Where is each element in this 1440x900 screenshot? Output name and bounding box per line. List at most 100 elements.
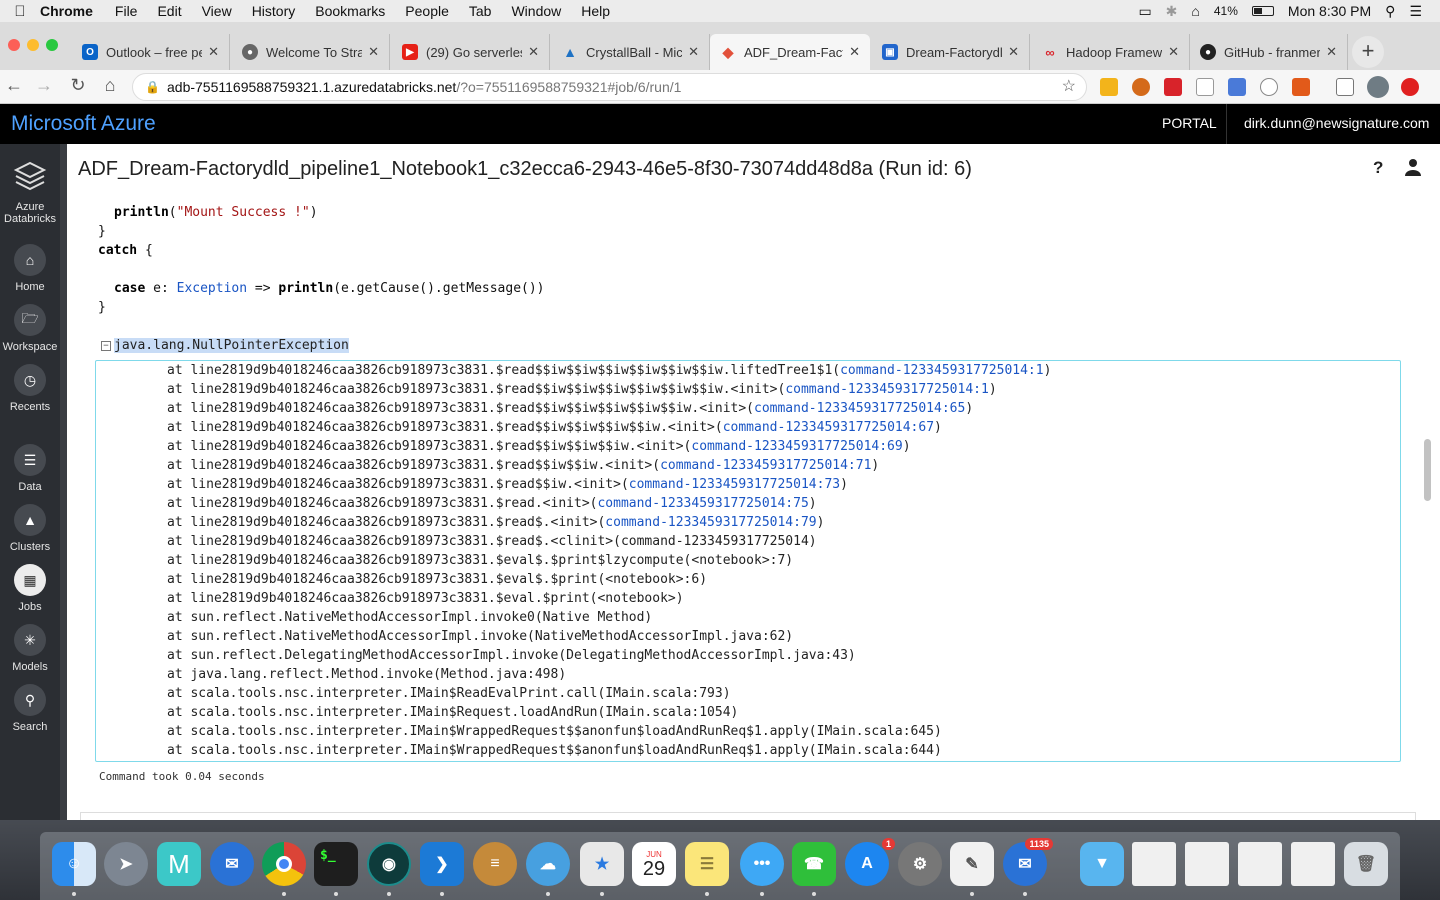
- close-icon[interactable]: ✕: [1168, 44, 1179, 60]
- window-thumbnail-4[interactable]: [1291, 842, 1335, 886]
- sidebar-item-azure-databricks[interactable]: Azure Databricks: [0, 160, 60, 225]
- window-zoom-button[interactable]: [46, 39, 58, 51]
- notes-icon[interactable]: ☰: [685, 842, 729, 886]
- menu-help[interactable]: Help: [581, 3, 610, 19]
- menu-file[interactable]: File: [115, 3, 138, 19]
- command-link[interactable]: command-1233459317725014:67: [723, 420, 934, 435]
- sidebar-item-jobs[interactable]: ▦ Jobs: [0, 564, 60, 613]
- command-link[interactable]: command-1233459317725014:69: [691, 439, 902, 454]
- extension-json-icon[interactable]: [1196, 78, 1214, 96]
- messages-icon[interactable]: •••: [740, 842, 784, 886]
- menu-history[interactable]: History: [252, 3, 296, 19]
- profile-avatar[interactable]: [1367, 76, 1389, 98]
- extension-book-icon[interactable]: [1228, 78, 1246, 96]
- calendar-icon[interactable]: JUN 29: [632, 842, 676, 886]
- new-tab-button[interactable]: +: [1352, 36, 1384, 68]
- user-icon[interactable]: [1405, 158, 1421, 176]
- app-store-icon[interactable]: A1: [845, 838, 895, 886]
- tab-crystallball[interactable]: ▲ CrystallBall - Mic ✕: [552, 34, 710, 70]
- error-header[interactable]: − java.lang.NullPointerException: [101, 338, 349, 353]
- preview-app-icon[interactable]: ★: [580, 842, 624, 886]
- mail-app-icon[interactable]: ✉: [210, 842, 254, 886]
- extension-play-icon[interactable]: [1164, 78, 1182, 96]
- close-icon[interactable]: ✕: [1008, 44, 1019, 60]
- menu-window[interactable]: Window: [511, 3, 561, 19]
- command-link[interactable]: command-1233459317725014:1: [785, 382, 989, 397]
- tab-welcome-strat[interactable]: ● Welcome To Strat ✕: [232, 34, 390, 70]
- stack-trace-box[interactable]: at line2819d9b4018246caa3826cb918973c383…: [95, 360, 1401, 762]
- tab-adf-dream-factory[interactable]: ◆ ADF_Dream-Fact ✕: [710, 34, 870, 70]
- extension-megaphone-icon[interactable]: [1292, 78, 1310, 96]
- stack-app-icon[interactable]: ≡: [473, 842, 517, 886]
- extension-cloud-icon[interactable]: [1260, 78, 1278, 96]
- facetime-icon[interactable]: ☎: [792, 842, 836, 886]
- back-arrow-icon[interactable]: ←: [2, 75, 26, 96]
- close-icon[interactable]: ✕: [528, 44, 539, 60]
- close-icon[interactable]: ✕: [688, 44, 699, 60]
- portal-link[interactable]: PORTAL: [1162, 115, 1217, 131]
- gitkraken-icon[interactable]: ◉: [367, 842, 411, 886]
- page-scrollbar[interactable]: [1424, 439, 1431, 501]
- apple-icon[interactable]: : [0, 3, 40, 20]
- spotlight-icon[interactable]: ⚲: [1385, 3, 1395, 20]
- reload-icon[interactable]: ↻: [66, 75, 90, 96]
- window-thumbnail-2[interactable]: [1185, 842, 1229, 886]
- menu-bookmarks[interactable]: Bookmarks: [315, 3, 385, 19]
- address-bar[interactable]: 🔒 adb-7551169588759321.1.azuredatabricks…: [132, 73, 1087, 101]
- close-icon[interactable]: ✕: [368, 44, 379, 60]
- downloads-folder-icon[interactable]: ▼: [1080, 842, 1124, 886]
- sidebar-item-search[interactable]: ⚲ Search: [0, 684, 60, 733]
- menu-view[interactable]: View: [202, 3, 232, 19]
- sidebar-item-models[interactable]: ✳ Models: [0, 624, 60, 673]
- chrome-icon[interactable]: [262, 842, 306, 886]
- bookmark-star-icon[interactable]: ☆: [1062, 74, 1076, 100]
- menu-app-chrome[interactable]: Chrome: [40, 3, 93, 19]
- command-link[interactable]: command-1233459317725014:1: [840, 363, 1044, 378]
- vscode-icon[interactable]: ❯: [420, 842, 464, 886]
- command-link[interactable]: command-1233459317725014:73: [629, 477, 840, 492]
- battery-icon[interactable]: [1251, 6, 1274, 16]
- launchpad-icon[interactable]: ➤: [104, 842, 148, 886]
- airplay-icon[interactable]: ▭: [1138, 3, 1151, 20]
- menu-tab[interactable]: Tab: [469, 3, 492, 19]
- close-icon[interactable]: ✕: [1326, 44, 1337, 60]
- m-app-icon[interactable]: M: [157, 842, 201, 886]
- extension-list-icon[interactable]: [1336, 78, 1354, 96]
- azure-brand[interactable]: Microsoft Azure: [11, 112, 156, 136]
- collapse-toggle-icon[interactable]: −: [101, 341, 111, 351]
- window-close-button[interactable]: [8, 39, 20, 51]
- tab-github[interactable]: ● GitHub - franmer ✕: [1190, 34, 1348, 70]
- command-link[interactable]: command-1233459317725014:71: [660, 458, 871, 473]
- sidebar-item-workspace[interactable]: 🗁 Workspace: [0, 304, 60, 353]
- command-link[interactable]: command-1233459317725014:65: [754, 401, 965, 416]
- tab-hadoop[interactable]: ∞ Hadoop Framew ✕: [1032, 34, 1190, 70]
- tab-outlook[interactable]: O Outlook – free pe ✕: [72, 34, 230, 70]
- textedit-icon[interactable]: ✎: [950, 842, 994, 886]
- terminal-icon[interactable]: $_: [314, 842, 358, 886]
- command-link[interactable]: command-1233459317725014:79: [605, 515, 816, 530]
- window-minimize-button[interactable]: [27, 39, 39, 51]
- forward-arrow-icon[interactable]: →: [32, 75, 56, 96]
- notification-center-icon[interactable]: ☰: [1409, 3, 1422, 20]
- tab-youtube[interactable]: ▶ (29) Go serverless ✕: [392, 34, 550, 70]
- extension-flag-icon[interactable]: [1100, 78, 1118, 96]
- mail-icon[interactable]: ✉ 1135: [1003, 838, 1053, 886]
- menubar-clock[interactable]: Mon 8:30 PM: [1288, 3, 1371, 19]
- close-icon[interactable]: ✕: [849, 44, 860, 60]
- tab-dream-factorydld[interactable]: ▣ Dream-Factorydld ✕: [872, 34, 1030, 70]
- trash-icon[interactable]: 🗑: [1344, 842, 1388, 886]
- user-account[interactable]: dirk.dunn@newsignature.com: [1244, 115, 1429, 131]
- close-icon[interactable]: ✕: [208, 44, 219, 60]
- azure-data-studio-icon[interactable]: ☁: [526, 842, 570, 886]
- extension-update-icon[interactable]: [1401, 78, 1419, 96]
- finder-icon[interactable]: ☺: [52, 842, 96, 886]
- sidebar-item-home[interactable]: ⌂ Home: [0, 244, 60, 293]
- help-icon[interactable]: ?: [1373, 158, 1383, 178]
- menu-edit[interactable]: Edit: [157, 3, 181, 19]
- wifi-icon[interactable]: ⌂: [1191, 3, 1199, 19]
- sidebar-item-recents[interactable]: ◷ Recents: [0, 364, 60, 413]
- extension-x-icon[interactable]: [1132, 78, 1150, 96]
- home-button-icon[interactable]: ⌂: [98, 75, 122, 96]
- sidebar-item-data[interactable]: ☰ Data: [0, 444, 60, 493]
- system-preferences-icon[interactable]: ⚙: [898, 842, 942, 886]
